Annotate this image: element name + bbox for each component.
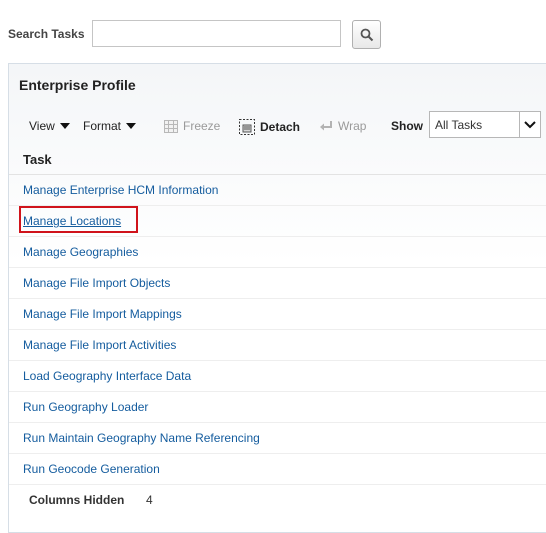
panel-title: Enterprise Profile [19,77,136,93]
task-link-load-geography-interface-data[interactable]: Load Geography Interface Data [23,369,191,383]
task-link-manage-file-import-objects[interactable]: Manage File Import Objects [23,276,170,290]
task-list: Manage Enterprise HCM Information Manage… [9,175,546,485]
table-row-selected: Manage Locations [9,206,546,237]
format-menu[interactable]: Format [83,119,137,133]
columns-hidden-count: 4 [146,493,153,507]
view-menu-label: View [29,119,55,133]
search-input[interactable] [92,20,341,47]
search-icon [360,28,373,41]
show-label: Show [391,119,423,133]
view-caret-icon [59,123,70,129]
table-row: Manage Enterprise HCM Information [9,175,546,206]
search-button[interactable] [352,20,381,49]
column-header-label: Task [23,152,52,167]
view-menu[interactable]: View [29,119,70,133]
table-row: Load Geography Interface Data [9,361,546,392]
show-label-text: Show [391,119,423,133]
task-link-manage-file-import-mappings[interactable]: Manage File Import Mappings [23,307,182,321]
task-link-manage-geographies[interactable]: Manage Geographies [23,245,138,259]
chevron-down-icon [519,112,540,137]
show-filter-value: All Tasks [435,117,483,132]
task-link-run-geocode-generation[interactable]: Run Geocode Generation [23,462,160,476]
wrap-label: Wrap [338,119,367,133]
task-link-run-geography-loader[interactable]: Run Geography Loader [23,400,148,414]
detach-button[interactable]: Detach [239,119,300,135]
show-filter-select[interactable]: All Tasks [429,111,541,138]
columns-hidden-footer: Columns Hidden 4 [9,484,546,514]
table-row: Manage File Import Mappings [9,299,546,330]
task-link-manage-locations[interactable]: Manage Locations [23,214,121,228]
table-row: Run Geocode Generation [9,454,546,485]
table-row: Manage File Import Objects [9,268,546,299]
format-caret-icon [126,123,137,129]
freeze-button[interactable]: Freeze [164,119,220,133]
freeze-icon [164,119,178,133]
format-menu-label: Format [83,119,122,133]
detach-label: Detach [260,120,301,134]
enterprise-profile-panel: Enterprise Profile View Format Freeze De… [8,63,546,533]
wrap-button[interactable]: Wrap [320,119,366,133]
columns-hidden-label: Columns Hidden [29,493,125,507]
task-link-manage-file-import-activities[interactable]: Manage File Import Activities [23,338,176,352]
freeze-label: Freeze [183,119,221,133]
table-row: Run Maintain Geography Name Referencing [9,423,546,454]
detach-icon [239,119,255,135]
column-header-task[interactable]: Task [9,144,546,175]
table-row: Manage Geographies [9,237,546,268]
wrap-icon [320,121,332,131]
search-tasks-label: Search Tasks [8,27,85,41]
task-link-run-maintain-geography-name-referencing[interactable]: Run Maintain Geography Name Referencing [23,431,260,445]
table-row: Run Geography Loader [9,392,546,423]
table-row: Manage File Import Activities [9,330,546,361]
task-link-manage-enterprise-hcm-information[interactable]: Manage Enterprise HCM Information [23,183,218,197]
